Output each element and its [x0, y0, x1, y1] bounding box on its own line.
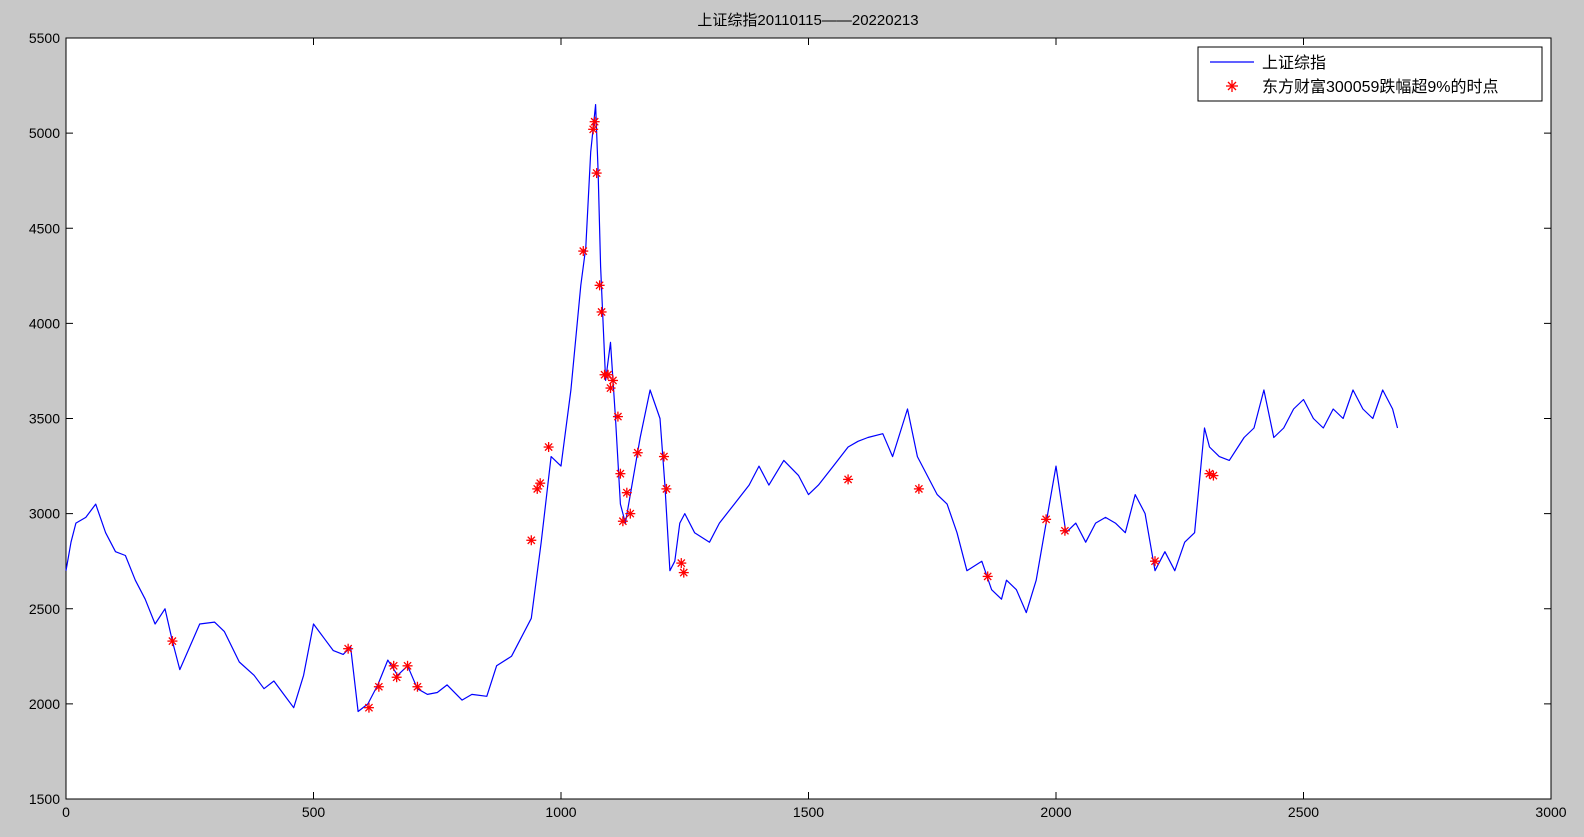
drop-marker-point — [612, 411, 623, 422]
x-tick-label: 500 — [302, 804, 326, 820]
drop-marker-point — [402, 660, 413, 671]
y-tick-label: 3000 — [29, 506, 60, 522]
x-tick-label: 1000 — [545, 804, 576, 820]
drop-marker-point — [615, 468, 626, 479]
y-tick-label: 2000 — [29, 696, 60, 712]
drop-marker-point — [676, 558, 687, 569]
legend-line-label: 上证综指 — [1262, 54, 1326, 72]
drop-marker-point — [913, 483, 924, 494]
drop-marker-point — [526, 535, 537, 546]
y-tick-label: 4000 — [29, 315, 60, 331]
drop-marker-point — [1059, 525, 1070, 536]
legend: 上证综指 东方财富300059跌幅超9%的时点 — [1197, 46, 1543, 102]
y-tick-label: 2500 — [29, 601, 60, 617]
drop-marker-point — [594, 280, 605, 291]
drop-marker-point — [843, 474, 854, 485]
drop-marker-point — [621, 487, 632, 498]
drop-marker-point — [343, 643, 354, 654]
drop-marker-point — [632, 447, 643, 458]
drop-marker-point — [607, 375, 618, 386]
drop-marker-point — [589, 116, 600, 127]
drop-marker-point — [1041, 514, 1052, 525]
drop-marker-point — [617, 516, 628, 527]
drop-marker-point — [543, 442, 554, 453]
x-tick-label: 0 — [62, 804, 70, 820]
y-tick-label: 5500 — [29, 30, 60, 46]
drop-marker-point — [391, 672, 402, 683]
drop-marker-point — [535, 478, 546, 489]
drop-marker-point — [1208, 470, 1219, 481]
x-tick-label: 2500 — [1288, 804, 1319, 820]
x-tick-label: 2000 — [1040, 804, 1071, 820]
drop-marker-point — [588, 124, 599, 135]
drop-marker-point — [625, 508, 636, 519]
drop-marker-point — [363, 702, 374, 713]
drop-marker-point — [373, 681, 384, 692]
legend-marker-label: 东方财富300059跌幅超9%的时点 — [1262, 78, 1499, 96]
drop-marker-point — [982, 571, 993, 582]
drop-marker-point — [412, 681, 423, 692]
x-tick-label: 1500 — [793, 804, 824, 820]
drop-marker-point — [596, 306, 607, 317]
drop-marker-point — [591, 168, 602, 179]
drop-marker-point — [678, 567, 689, 578]
drop-marker-point — [1150, 556, 1160, 567]
y-tick-label: 5000 — [29, 125, 60, 141]
drop-marker-point — [658, 451, 669, 462]
chart-figure: 上证综指20110115——20220213 1500 2000 2500 3000 3… — [0, 0, 1584, 837]
y-tick-label: 3500 — [29, 411, 60, 427]
drop-marker-point — [388, 660, 399, 671]
chart-title: 上证综指20110115——20220213 — [697, 12, 918, 29]
x-tick-label: 3000 — [1535, 804, 1566, 820]
drop-marker-point — [167, 636, 178, 647]
y-tick-label: 4500 — [29, 220, 60, 236]
drop-marker-point — [578, 246, 589, 257]
drop-marker-point — [661, 483, 672, 494]
y-tick-label: 1500 — [29, 791, 60, 807]
drop-marker-point — [605, 383, 616, 394]
